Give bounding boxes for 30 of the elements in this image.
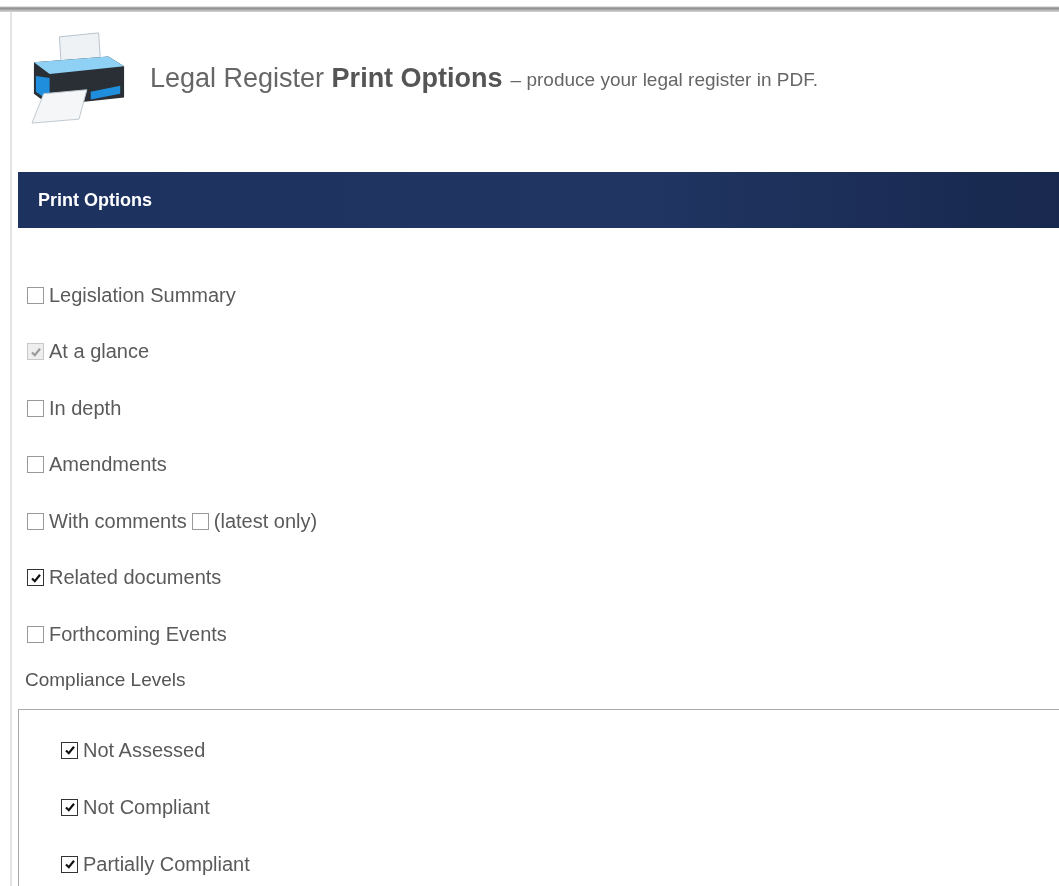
checkbox[interactable] — [27, 512, 44, 530]
checkbox[interactable] — [61, 798, 78, 816]
option-label: At a glance — [49, 340, 150, 364]
checkbox[interactable] — [27, 286, 44, 304]
check-icon — [63, 801, 76, 813]
option-label: Partially Compliant — [83, 852, 250, 876]
option-label: Not Compliant — [83, 795, 210, 819]
checkbox[interactable] — [191, 512, 209, 530]
checkbox[interactable] — [61, 855, 78, 873]
page-subtitle: – produce your legal register in PDF. — [510, 68, 818, 91]
check-icon — [29, 345, 42, 358]
option-label: Amendments — [49, 453, 167, 477]
check-icon — [63, 858, 76, 870]
check-icon — [29, 571, 42, 584]
option-label: Not Assessed — [83, 738, 206, 762]
checkbox[interactable] — [27, 399, 44, 417]
option-label: With comments — [49, 509, 187, 533]
option-label: Related documents — [49, 566, 222, 590]
option-label: Legislation Summary — [49, 283, 236, 307]
checkbox[interactable] — [61, 741, 78, 759]
checkbox[interactable] — [27, 456, 44, 474]
checkbox[interactable] — [27, 569, 44, 587]
panel-header: Print Options — [18, 172, 1059, 228]
option-label: Forthcoming Events — [49, 622, 227, 646]
page-title: Legal Register Print Options — [150, 62, 503, 94]
section-label: Compliance Levels — [24, 667, 187, 692]
option-label: (latest only) — [213, 509, 318, 533]
check-icon — [63, 744, 76, 756]
checkbox[interactable] — [27, 625, 44, 643]
option-label: In depth — [49, 396, 122, 420]
